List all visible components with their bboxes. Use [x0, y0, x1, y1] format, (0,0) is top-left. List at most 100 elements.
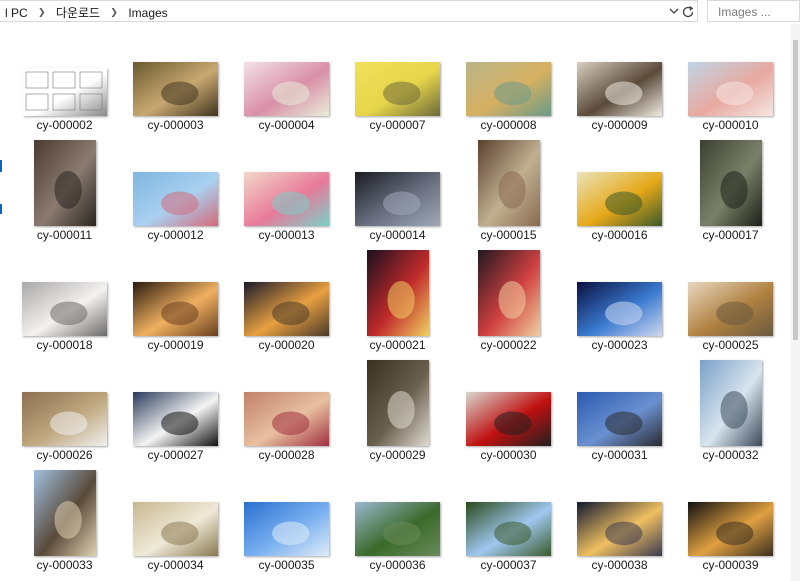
- thumbnail-image: [577, 502, 662, 556]
- file-name: cy-000025: [702, 338, 759, 352]
- file-item[interactable]: cy-000021: [342, 244, 453, 352]
- file-name: cy-000033: [36, 558, 93, 572]
- file-item[interactable]: cy-000002: [9, 24, 120, 132]
- thumbnail-image: [355, 172, 440, 226]
- file-item[interactable]: cy-000036: [342, 464, 453, 572]
- thumbnail-image: [22, 392, 107, 446]
- file-name: cy-000026: [36, 448, 93, 462]
- thumbnail-image: [477, 140, 540, 226]
- thumbnail-image: [466, 502, 551, 556]
- thumbnail-area: [9, 354, 120, 448]
- thumbnail-area: [342, 354, 453, 448]
- file-item[interactable]: cy-000009: [564, 24, 675, 132]
- file-name: cy-000036: [369, 558, 426, 572]
- thumbnail-area: [675, 244, 786, 338]
- thumbnail-image: [355, 502, 440, 556]
- file-item[interactable]: cy-000010: [675, 24, 786, 132]
- thumbnail-image: [244, 502, 329, 556]
- file-item[interactable]: cy-000016: [564, 134, 675, 242]
- file-item[interactable]: cy-000033: [9, 464, 120, 572]
- address-bar[interactable]: l PC ❯ 다운로드 ❯ Images: [0, 0, 698, 22]
- file-item[interactable]: cy-000004: [231, 24, 342, 132]
- file-item[interactable]: cy-000022: [453, 244, 564, 352]
- file-item[interactable]: cy-000034: [120, 464, 231, 572]
- file-name: cy-000012: [147, 228, 204, 242]
- file-item[interactable]: cy-000013: [231, 134, 342, 242]
- file-item[interactable]: cy-000020: [231, 244, 342, 352]
- file-item[interactable]: cy-000019: [120, 244, 231, 352]
- file-item[interactable]: cy-000017: [675, 134, 786, 242]
- thumbnail-image: [244, 392, 329, 446]
- file-item[interactable]: cy-000030: [453, 354, 564, 462]
- thumbnail-area: [120, 244, 231, 338]
- file-name: cy-000014: [369, 228, 426, 242]
- thumbnail-area: [675, 24, 786, 118]
- file-name: cy-000039: [702, 558, 759, 572]
- breadcrumb-images[interactable]: Images: [128, 6, 167, 20]
- thumbnail-area: [675, 464, 786, 558]
- refresh-icon[interactable]: [680, 4, 696, 20]
- file-name: cy-000028: [258, 448, 315, 462]
- thumbnail-image: [22, 68, 107, 116]
- thumbnail-area: [9, 24, 120, 118]
- file-item[interactable]: cy-000031: [564, 354, 675, 462]
- thumbnail-image: [688, 62, 773, 116]
- file-name: cy-000035: [258, 558, 315, 572]
- file-item[interactable]: cy-000023: [564, 244, 675, 352]
- thumbnail-area: [231, 244, 342, 338]
- thumbnail-image: [699, 140, 762, 226]
- breadcrumb-downloads[interactable]: 다운로드: [56, 4, 100, 21]
- file-item[interactable]: cy-000037: [453, 464, 564, 572]
- file-name: cy-000003: [147, 118, 204, 132]
- thumbnail-area: [231, 24, 342, 118]
- thumbnail-image: [133, 392, 218, 446]
- thumbnail-image: [477, 250, 540, 336]
- file-item[interactable]: cy-000029: [342, 354, 453, 462]
- file-item[interactable]: cy-000028: [231, 354, 342, 462]
- thumbnail-image: [466, 392, 551, 446]
- search-input[interactable]: [716, 2, 800, 22]
- file-item[interactable]: cy-000027: [120, 354, 231, 462]
- file-item[interactable]: cy-000035: [231, 464, 342, 572]
- search-box[interactable]: [707, 0, 800, 22]
- scrollbar-thumb[interactable]: [793, 40, 798, 340]
- chevron-down-icon[interactable]: [667, 4, 681, 18]
- file-name: cy-000007: [369, 118, 426, 132]
- thumbnail-area: [9, 134, 120, 228]
- file-name: cy-000008: [480, 118, 537, 132]
- file-name: cy-000015: [480, 228, 537, 242]
- chevron-right-icon[interactable]: ❯: [38, 7, 46, 18]
- file-item[interactable]: cy-000018: [9, 244, 120, 352]
- thumbnail-image: [133, 172, 218, 226]
- file-name: cy-000021: [369, 338, 426, 352]
- file-name: cy-000032: [702, 448, 759, 462]
- file-item[interactable]: cy-000011: [9, 134, 120, 242]
- file-item[interactable]: cy-000007: [342, 24, 453, 132]
- breadcrumb: l PC ❯ 다운로드 ❯ Images: [5, 4, 168, 21]
- thumbnail-area: [564, 134, 675, 228]
- file-item[interactable]: cy-000025: [675, 244, 786, 352]
- file-item[interactable]: cy-000032: [675, 354, 786, 462]
- thumbnail-image: [466, 62, 551, 116]
- file-item[interactable]: cy-000014: [342, 134, 453, 242]
- file-item[interactable]: cy-000008: [453, 24, 564, 132]
- file-item[interactable]: cy-000039: [675, 464, 786, 572]
- file-item[interactable]: cy-000003: [120, 24, 231, 132]
- file-name: cy-000004: [258, 118, 315, 132]
- file-name: cy-000022: [480, 338, 537, 352]
- thumbnail-area: [231, 464, 342, 558]
- thumbnail-area: [9, 244, 120, 338]
- file-name: cy-000023: [591, 338, 648, 352]
- thumbnail-area: [342, 464, 453, 558]
- file-item[interactable]: cy-000038: [564, 464, 675, 572]
- file-item[interactable]: cy-000026: [9, 354, 120, 462]
- chevron-right-icon[interactable]: ❯: [110, 7, 118, 18]
- file-item[interactable]: cy-000015: [453, 134, 564, 242]
- breadcrumb-this-pc[interactable]: l PC: [5, 6, 28, 20]
- file-name: cy-000009: [591, 118, 648, 132]
- thumbnail-image: [688, 502, 773, 556]
- thumbnail-area: [231, 354, 342, 448]
- thumbnail-area: [453, 354, 564, 448]
- file-name: cy-000002: [36, 118, 93, 132]
- file-item[interactable]: cy-000012: [120, 134, 231, 242]
